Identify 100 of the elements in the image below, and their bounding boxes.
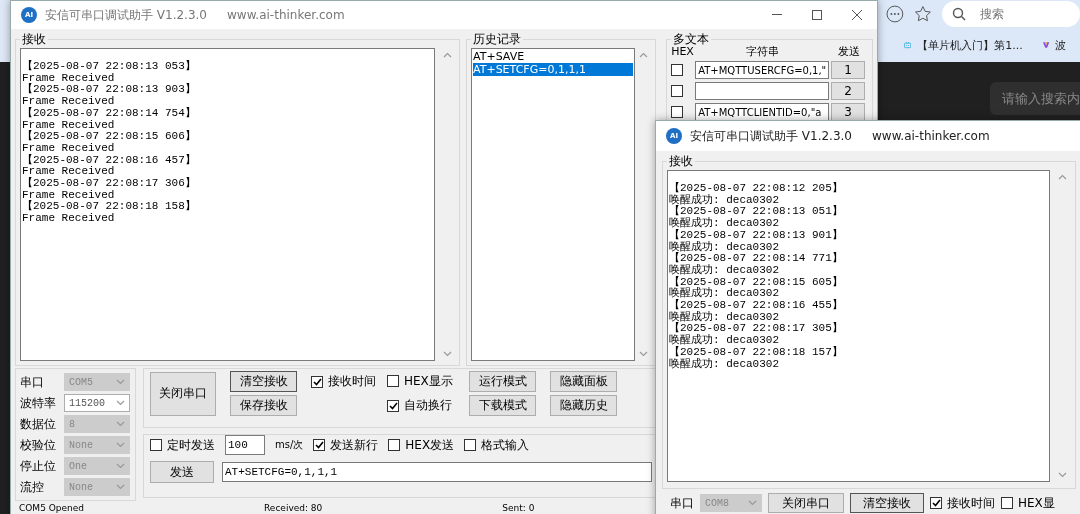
log-line: Frame Received	[22, 142, 116, 154]
close-icon[interactable]	[852, 10, 862, 20]
checkbox[interactable]: HEX显示	[387, 372, 453, 390]
history-list[interactable]: AT+SAVE AT+SETCFG=0,1,1,1	[471, 48, 636, 361]
checkbox-box[interactable]	[313, 439, 326, 451]
log-line: 唤醒成功: deca0302	[669, 218, 780, 230]
clear-receive-button[interactable]: 清空接收	[850, 493, 924, 513]
group-title: 多文本	[672, 31, 711, 47]
send-button[interactable]: 发送	[150, 461, 214, 483]
log-line: Frame Received	[22, 213, 116, 225]
checkbox[interactable]: 自动换行	[387, 397, 452, 414]
string-field[interactable]: AT+MQTTUSERCFG=0,1,"	[695, 61, 830, 79]
hide-history-button[interactable]: 隐藏历史	[550, 395, 617, 416]
checkbox[interactable]: HEX发送	[388, 436, 455, 454]
checkbox[interactable]: 格式输入	[464, 436, 530, 454]
checkbox-box[interactable]	[388, 439, 401, 451]
setting-label: 数据位	[20, 415, 57, 433]
window-title: 安信可串口调试助手 V1.2.3.0	[45, 6, 207, 24]
checkbox-label: HEX显	[1018, 494, 1055, 512]
setting-label: 停止位	[20, 457, 57, 475]
log-line: 【2025-08-07 22:08:16 457】	[22, 154, 197, 166]
checkbox-label: 自动换行	[404, 397, 452, 414]
log-line: 唤醒成功: deca0302	[669, 194, 780, 206]
close-port-button[interactable]: 关闭串口	[150, 371, 216, 416]
clear-receive-button[interactable]: 清空接收	[230, 371, 297, 392]
bookmark-link[interactable]: 波	[1055, 37, 1066, 53]
checkbox-label: 格式输入	[481, 436, 530, 454]
checkbox[interactable]: 发送新行	[313, 436, 379, 454]
setting-label: 波特率	[20, 394, 57, 412]
column-header: 字符串	[745, 46, 779, 58]
log-line: 【2025-08-07 22:08:15 606】	[22, 131, 197, 143]
star-icon[interactable]	[913, 5, 932, 23]
status-text: Sent: 0	[502, 503, 535, 514]
checkbox-box[interactable]	[1001, 497, 1013, 509]
setting-label: 串口	[670, 494, 694, 512]
log-line: 【2025-08-07 22:08:17 306】	[22, 178, 197, 190]
log-line: 【2025-08-07 22:08:15 605】	[669, 276, 844, 288]
log-line: 【2025-08-07 22:08:18 157】	[669, 346, 844, 358]
window-title: 安信可串口调试助手 V1.2.3.0	[690, 127, 852, 145]
log-line: 【2025-08-07 22:08:18 158】	[22, 201, 197, 213]
maximize-icon[interactable]	[812, 10, 822, 20]
setting-select[interactable]: 115200	[64, 394, 130, 412]
log-line: 唤醒成功: deca0302	[669, 288, 780, 300]
checkbox-label: HEX发送	[405, 436, 455, 454]
checkbox-label: 定时发送	[167, 436, 215, 454]
hex-checkbox[interactable]	[671, 64, 684, 76]
dropdown-icon[interactable]	[116, 400, 125, 406]
checkbox[interactable]: 接收时间	[311, 373, 376, 390]
checkbox-label: HEX显示	[404, 372, 453, 390]
history-item[interactable]: AT+SAVE	[473, 50, 634, 63]
download-mode-button[interactable]: 下载模式	[469, 395, 536, 416]
status-text: COM5 Opened	[19, 503, 84, 514]
log-line: Frame Received	[22, 119, 116, 131]
minimize-icon[interactable]	[772, 14, 782, 16]
column-header: HEX	[671, 46, 694, 58]
hide-panel-button[interactable]: 隐藏面板	[550, 371, 617, 392]
checkbox-label: 发送新行	[330, 436, 379, 454]
hex-checkbox[interactable]	[671, 85, 684, 97]
checkbox-box[interactable]	[387, 375, 399, 388]
log-line: Frame Received	[22, 189, 116, 201]
checkbox[interactable]: HEX显	[1001, 494, 1055, 512]
checkbox-box[interactable]	[311, 375, 323, 388]
hex-checkbox[interactable]	[671, 106, 684, 118]
checkbox-box[interactable]	[464, 439, 477, 451]
column-header: 发送	[838, 46, 861, 58]
send-button[interactable]: 2	[831, 82, 866, 100]
save-receive-button[interactable]: 保存接收	[230, 395, 297, 416]
log-line: 唤醒成功: deca0302	[669, 264, 780, 276]
setting-label: 校验位	[20, 436, 57, 454]
search-icon	[951, 7, 966, 21]
log-line: 【2025-08-07 22:08:13 901】	[669, 229, 844, 241]
window-url: www.ai-thinker.com	[872, 129, 990, 143]
interval-unit: ms/次	[275, 438, 304, 452]
interval-field[interactable]: 100	[225, 435, 265, 455]
log-line: 【2025-08-07 22:08:13 051】	[669, 206, 844, 218]
checkbox[interactable]: 定时发送	[150, 436, 215, 454]
close-port-button[interactable]: 关闭串口	[768, 493, 844, 513]
checkbox[interactable]: 接收时间	[930, 494, 995, 512]
checkbox-box[interactable]	[387, 399, 399, 412]
send-button[interactable]: 3	[831, 103, 866, 121]
string-field[interactable]: AT+MQTTCLIENTID=0,"a	[695, 103, 830, 121]
window-url: www.ai-thinker.com	[227, 8, 345, 22]
log-line: 唤醒成功: deca0302	[669, 311, 780, 323]
history-item[interactable]: AT+SETCFG=0,1,1,1	[473, 63, 634, 76]
send-input-field[interactable]: AT+SETCFG=0,1,1,1	[222, 462, 652, 482]
log-line: 【2025-08-07 22:08:13 903】	[22, 84, 197, 96]
checkbox-box[interactable]	[930, 497, 942, 509]
log-line: Frame Received	[22, 166, 116, 178]
log-line: Frame Received	[22, 96, 116, 108]
string-field[interactable]	[695, 82, 830, 100]
bookmark-link[interactable]: 【单片机入门】第1...	[917, 37, 1023, 53]
log-line: Frame Received	[22, 72, 116, 84]
checkbox-box[interactable]	[150, 439, 162, 451]
log-line: 【2025-08-07 22:08:17 305】	[669, 323, 844, 335]
search-field[interactable]: 搜索	[941, 1, 1080, 27]
page-search-field[interactable]: 请输入搜索内	[990, 82, 1080, 115]
group-title: 接收	[21, 31, 47, 48]
run-mode-button[interactable]: 运行模式	[469, 371, 536, 392]
send-button[interactable]: 1	[831, 61, 866, 79]
more-icon[interactable]	[886, 5, 904, 23]
